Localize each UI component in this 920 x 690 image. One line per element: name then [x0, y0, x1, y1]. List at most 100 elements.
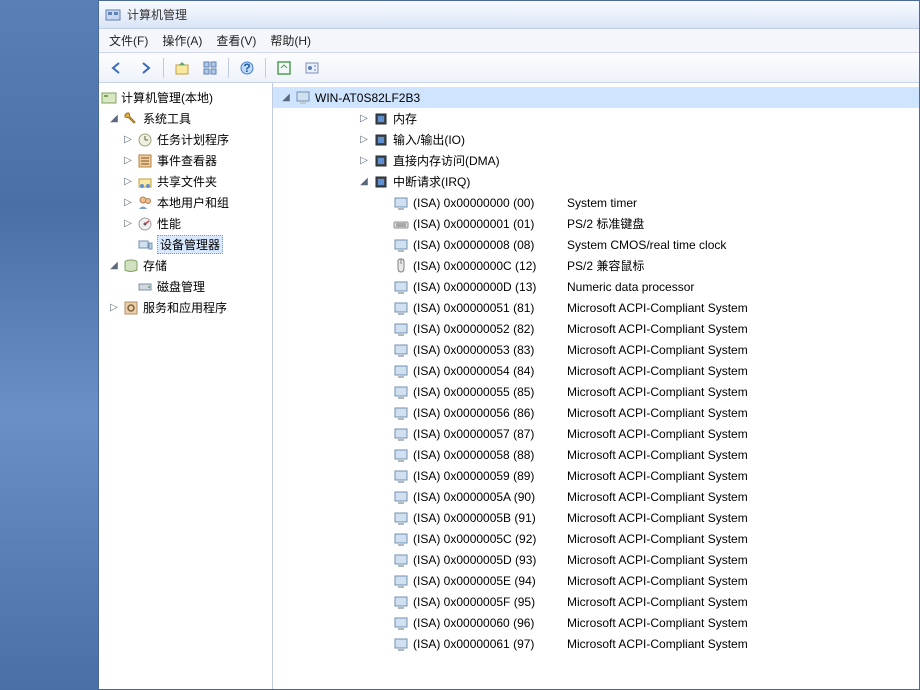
- irq-item[interactable]: (ISA) 0x00000060 (96)Microsoft ACPI-Comp…: [273, 612, 919, 633]
- tree-local-users[interactable]: ▷ 本地用户和组: [99, 192, 272, 213]
- irq-address: (ISA) 0x00000058 (88): [413, 448, 551, 462]
- forward-button[interactable]: [133, 56, 157, 80]
- tree-disk-mgmt[interactable]: 磁盘管理: [99, 276, 272, 297]
- tree-label: 计算机管理(本地): [121, 89, 213, 106]
- irq-item[interactable]: (ISA) 0x00000054 (84)Microsoft ACPI-Comp…: [273, 360, 919, 381]
- tree-io[interactable]: ▷ 输入/输出(IO): [273, 129, 919, 150]
- back-button[interactable]: [105, 56, 129, 80]
- irq-item[interactable]: (ISA) 0x0000005A (90)Microsoft ACPI-Comp…: [273, 486, 919, 507]
- irq-description: Microsoft ACPI-Compliant System: [567, 301, 748, 315]
- irq-item[interactable]: (ISA) 0x0000000D (13)Numeric data proces…: [273, 276, 919, 297]
- irq-item[interactable]: (ISA) 0x0000005B (91)Microsoft ACPI-Comp…: [273, 507, 919, 528]
- tree-label: 本地用户和组: [157, 194, 229, 211]
- collapse-icon[interactable]: ◢: [357, 175, 371, 189]
- device-icon: [393, 594, 409, 610]
- irq-address: (ISA) 0x00000052 (82): [413, 322, 551, 336]
- tree-irq[interactable]: ◢ 中断请求(IRQ): [273, 171, 919, 192]
- irq-description: Microsoft ACPI-Compliant System: [567, 574, 748, 588]
- irq-address: (ISA) 0x00000054 (84): [413, 364, 551, 378]
- device-icon: [393, 300, 409, 316]
- tree-root[interactable]: 计算机管理(本地): [99, 87, 272, 108]
- menu-help[interactable]: 帮助(H): [270, 32, 311, 49]
- irq-item[interactable]: (ISA) 0x0000005F (95)Microsoft ACPI-Comp…: [273, 591, 919, 612]
- irq-item[interactable]: (ISA) 0x00000059 (89)Microsoft ACPI-Comp…: [273, 465, 919, 486]
- tree-storage[interactable]: ◢ 存储: [99, 255, 272, 276]
- tree-device-manager[interactable]: 设备管理器: [99, 234, 272, 255]
- irq-description: System timer: [567, 196, 637, 210]
- irq-item[interactable]: (ISA) 0x00000056 (86)Microsoft ACPI-Comp…: [273, 402, 919, 423]
- expand-icon[interactable]: ▷: [121, 196, 135, 210]
- tree-label: 磁盘管理: [157, 278, 205, 295]
- properties-button[interactable]: [198, 56, 222, 80]
- expand-icon[interactable]: ▷: [121, 175, 135, 189]
- irq-item[interactable]: (ISA) 0x00000053 (83)Microsoft ACPI-Comp…: [273, 339, 919, 360]
- menu-action[interactable]: 操作(A): [162, 32, 202, 49]
- up-button[interactable]: [170, 56, 194, 80]
- tree-shared-folders[interactable]: ▷ 共享文件夹: [99, 171, 272, 192]
- irq-description: Microsoft ACPI-Compliant System: [567, 637, 748, 651]
- irq-item[interactable]: (ISA) 0x00000051 (81)Microsoft ACPI-Comp…: [273, 297, 919, 318]
- expand-icon[interactable]: ▷: [121, 217, 135, 231]
- irq-item[interactable]: (ISA) 0x0000005D (93)Microsoft ACPI-Comp…: [273, 549, 919, 570]
- irq-item[interactable]: (ISA) 0x0000005E (94) Microsoft ACPI-Comp…: [273, 570, 919, 591]
- refresh-button[interactable]: [272, 56, 296, 80]
- tree-label: 服务和应用程序: [143, 299, 227, 316]
- tree-label: 存储: [143, 257, 167, 274]
- collapse-icon[interactable]: ◢: [107, 112, 121, 126]
- left-tree-pane[interactable]: 计算机管理(本地) ◢ 系统工具 ▷ 任务计划程序 ▷ 事件查看器 ▷ 共享文件…: [99, 83, 273, 689]
- irq-address: (ISA) 0x0000005E (94): [413, 574, 551, 588]
- tree-event-viewer[interactable]: ▷ 事件查看器: [99, 150, 272, 171]
- irq-item[interactable]: (ISA) 0x00000058 (88) Microsoft ACPI-Comp…: [273, 444, 919, 465]
- collapse-icon[interactable]: ◢: [107, 259, 121, 273]
- tree-label: 设备管理器: [157, 235, 223, 254]
- expand-icon[interactable]: ▷: [357, 112, 371, 126]
- irq-item[interactable]: (ISA) 0x00000055 (85)Microsoft ACPI-Comp…: [273, 381, 919, 402]
- device-icon: [393, 363, 409, 379]
- irq-item[interactable]: (ISA) 0x00000057 (87)Microsoft ACPI-Comp…: [273, 423, 919, 444]
- view-button[interactable]: [300, 56, 324, 80]
- menu-view[interactable]: 查看(V): [216, 32, 256, 49]
- app-icon: [105, 7, 121, 23]
- tree-performance[interactable]: ▷ 性能: [99, 213, 272, 234]
- expand-icon[interactable]: ▷: [107, 301, 121, 315]
- irq-description: Microsoft ACPI-Compliant System: [567, 448, 748, 462]
- help-button[interactable]: ?: [235, 56, 259, 80]
- tree-system-tools[interactable]: ◢ 系统工具: [99, 108, 272, 129]
- titlebar[interactable]: 计算机管理: [99, 1, 919, 29]
- expand-icon[interactable]: ▷: [357, 133, 371, 147]
- expand-icon[interactable]: ▷: [357, 154, 371, 168]
- irq-description: Microsoft ACPI-Compliant System: [567, 511, 748, 525]
- irq-address: (ISA) 0x00000059 (89): [413, 469, 551, 483]
- irq-description: PS/2 标准键盘: [567, 215, 644, 232]
- irq-description: Numeric data processor: [567, 280, 694, 294]
- tree-label: 共享文件夹: [157, 173, 217, 190]
- device-icon: [393, 636, 409, 652]
- right-tree-pane[interactable]: ◢ WIN-AT0S82LF2B3 ▷ 内存 ▷ 输入/输出(IO) ▷ 直接内…: [273, 83, 919, 689]
- collapse-icon[interactable]: ◢: [279, 91, 293, 105]
- disk-icon: [137, 279, 153, 295]
- irq-item[interactable]: (ISA) 0x0000005C (92)Microsoft ACPI-Comp…: [273, 528, 919, 549]
- irq-item[interactable]: (ISA) 0x00000061 (97) Microsoft ACPI-Comp…: [273, 633, 919, 654]
- tree-computer[interactable]: ◢ WIN-AT0S82LF2B3: [273, 87, 919, 108]
- tree-dma[interactable]: ▷ 直接内存访问(DMA): [273, 150, 919, 171]
- irq-address: (ISA) 0x00000056 (86): [413, 406, 551, 420]
- tree-task-scheduler[interactable]: ▷ 任务计划程序: [99, 129, 272, 150]
- irq-item[interactable]: (ISA) 0x00000001 (01)PS/2 标准键盘: [273, 213, 919, 234]
- menu-file[interactable]: 文件(F): [109, 32, 148, 49]
- irq-item[interactable]: (ISA) 0x00000000 (00)System timer: [273, 192, 919, 213]
- chip-icon: [373, 111, 389, 127]
- window-title: 计算机管理: [127, 6, 187, 23]
- irq-item[interactable]: (ISA) 0x0000000C (12)PS/2 兼容鼠标: [273, 255, 919, 276]
- tree-services-apps[interactable]: ▷ 服务和应用程序: [99, 297, 272, 318]
- irq-item[interactable]: (ISA) 0x00000008 (08)System CMOS/real ti…: [273, 234, 919, 255]
- device-icon: [393, 615, 409, 631]
- irq-item[interactable]: (ISA) 0x00000052 (82)Microsoft ACPI-Comp…: [273, 318, 919, 339]
- expand-icon[interactable]: ▷: [121, 133, 135, 147]
- irq-address: (ISA) 0x00000061 (97): [413, 637, 551, 651]
- tree-label: 直接内存访问(DMA): [393, 152, 500, 169]
- irq-address: (ISA) 0x00000008 (08): [413, 238, 551, 252]
- tree-memory[interactable]: ▷ 内存: [273, 108, 919, 129]
- irq-description: Microsoft ACPI-Compliant System: [567, 343, 748, 357]
- expand-icon[interactable]: ▷: [121, 154, 135, 168]
- irq-address: (ISA) 0x0000005F (95): [413, 595, 551, 609]
